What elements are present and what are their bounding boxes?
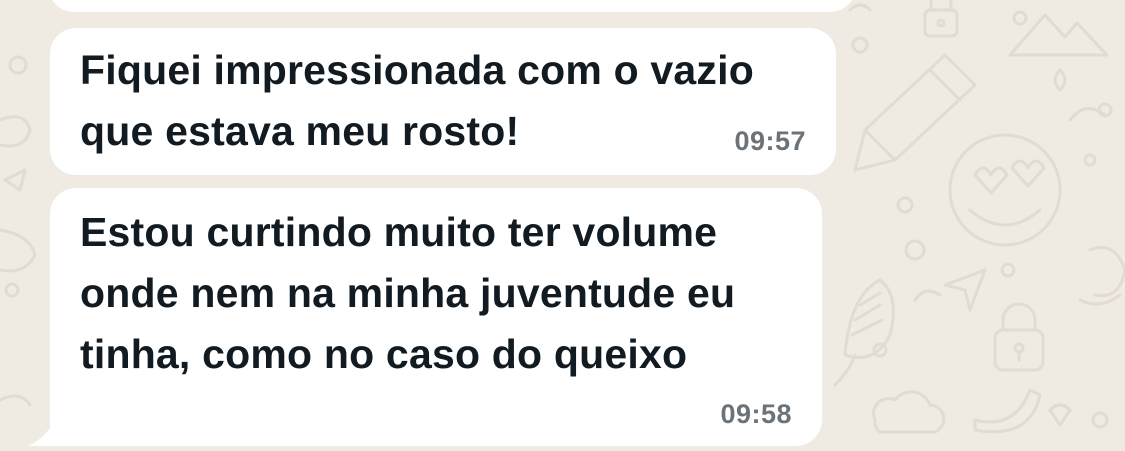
chili-icon [973,388,1042,434]
previous-message-bubble[interactable] [48,0,856,12]
cloud-icon [872,390,946,434]
message-text: Fiquei impressionada com o vazio que est… [80,47,754,154]
message-bubble[interactable]: Fiquei impressionada com o vazio que est… [50,28,836,175]
sun-icon [1078,246,1125,306]
paper-plane-icon [943,268,987,312]
corn-icon [833,278,895,387]
message-text: Estou curtindo muito ter volume onde nem… [80,209,736,377]
message-timestamp: 09:58 [720,399,792,429]
message-bubble[interactable]: Estou curtindo muito ter volume onde nem… [50,188,822,446]
bubble-tail [28,425,52,446]
message-timestamp: 09:57 [734,126,806,156]
pencil-icon [853,53,977,172]
chat-window: Fiquei impressionada com o vazio que est… [0,0,1125,451]
lock-icon [923,0,959,38]
heart-eyes-smiley-icon [948,133,1062,247]
mountain-icon [1008,10,1109,57]
padlock-icon [993,302,1045,372]
